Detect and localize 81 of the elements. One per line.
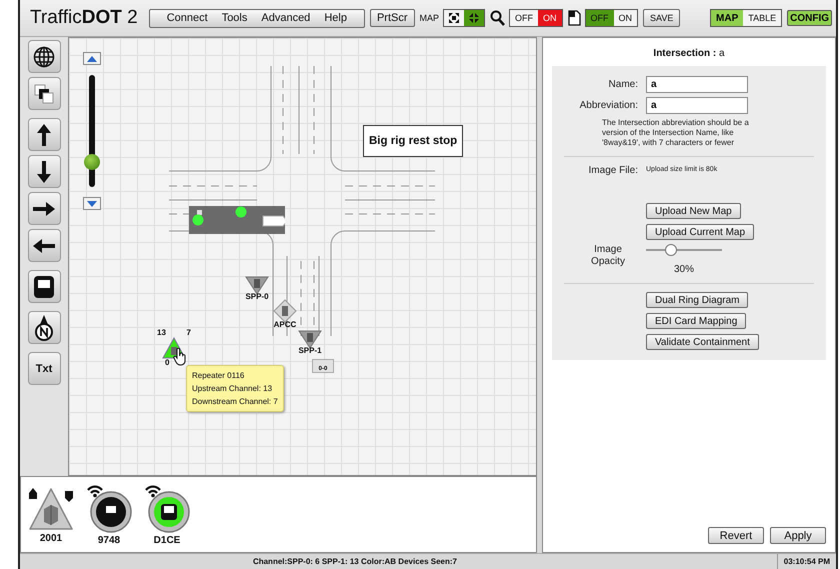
device-label: SPP-0 <box>245 292 269 301</box>
device-label: D1CE <box>154 535 180 546</box>
upload-button[interactable]: Upload New Map <box>646 203 741 219</box>
device-label: 2001 <box>40 533 62 544</box>
menu-item[interactable]: Help <box>317 12 354 24</box>
upstream-channel: 13 <box>157 328 166 337</box>
sensor-icon <box>84 483 134 533</box>
tooltip-line: Upstream Channel: 13 <box>192 383 274 395</box>
menu-item[interactable]: Advanced <box>254 12 318 24</box>
tool-action-button[interactable]: Dual Ring Diagram <box>646 292 748 308</box>
downstream-channel: 7 <box>186 328 191 337</box>
field-label: Name: <box>608 79 638 90</box>
tooltip-line: Repeater 0116 <box>192 370 246 382</box>
right-arrow-icon <box>32 200 56 218</box>
status-time: 03:10:54 PM <box>776 554 836 569</box>
opacity-reading: 30% <box>674 264 694 275</box>
tool-button[interactable] <box>28 77 60 110</box>
detector-icon[interactable] <box>298 329 322 349</box>
collapse-icon <box>468 12 480 24</box>
expand-view-button[interactable] <box>444 10 464 26</box>
tool-button[interactable] <box>28 40 60 73</box>
menu-item[interactable]: Tools <box>214 12 254 24</box>
globe-icon <box>33 46 55 68</box>
compass-icon <box>34 314 54 342</box>
status-text: Channel:SPP-0: 6 SPP-1: 13 Color:AB Devices Seen:7 <box>252 557 458 566</box>
app-logo: TrafficDOT 2 <box>30 7 138 29</box>
device-label: 0 <box>165 358 170 367</box>
field-label: Abbreviation: <box>578 100 638 111</box>
tool-action-button[interactable]: Validate Containment <box>646 334 759 350</box>
save-button[interactable]: SAVE <box>643 9 680 27</box>
tooltip-line: Downstream Channel: 7 <box>192 396 278 408</box>
tool-action-button[interactable]: EDI Card Mapping <box>646 313 746 329</box>
document-icon[interactable] <box>568 10 581 26</box>
tool-button[interactable] <box>28 311 60 344</box>
toggle-option[interactable]: OFF <box>510 10 538 26</box>
action-button[interactable]: Revert <box>708 527 764 544</box>
tool-button[interactable] <box>28 155 60 188</box>
opacity-slider[interactable] <box>646 244 722 256</box>
input-field[interactable]: a <box>646 76 748 93</box>
upload-button[interactable]: Upload Current Map <box>646 224 754 240</box>
view-tab[interactable]: TABLE <box>743 10 782 26</box>
down-triangle-icon <box>87 200 97 206</box>
input-field[interactable]: a <box>646 97 748 114</box>
down-arrow-icon <box>35 160 53 184</box>
menu-item[interactable]: Connect <box>160 12 215 24</box>
field-label: Image File: <box>588 165 638 176</box>
device-label: SPP-1 <box>298 346 322 355</box>
config-button[interactable]: CONFIG <box>787 10 832 26</box>
collapse-view-button[interactable] <box>464 10 484 26</box>
signal-bar-drawing[interactable] <box>189 206 285 234</box>
tool-button[interactable] <box>28 270 60 303</box>
map-note[interactable]: Big rig rest stop <box>363 125 464 157</box>
map-label: MAP <box>420 13 440 23</box>
zoom-in-button[interactable] <box>83 52 101 65</box>
panel-title: Intersection : a <box>652 48 726 59</box>
up-arrow-icon <box>35 122 53 146</box>
toggle-option[interactable]: OFF <box>586 10 614 26</box>
up-triangle-icon <box>87 56 97 62</box>
print-screen-button[interactable]: PrtScr <box>370 9 414 27</box>
device-icon <box>33 274 55 298</box>
cabinet-icon[interactable] <box>273 299 297 323</box>
help-text: The Intersection abbreviation should be a version of the Intersection Name, like '8way&19', with 7 characters or fewer <box>602 118 750 148</box>
zoom-out-button[interactable] <box>83 197 101 210</box>
toggle-option[interactable]: ON <box>538 10 562 26</box>
text-tool-button[interactable]: Txt <box>28 352 60 385</box>
search-icon[interactable] <box>490 10 506 26</box>
tool-button[interactable] <box>28 192 60 225</box>
expand-icon <box>448 12 460 24</box>
detector-icon[interactable] <box>245 275 269 295</box>
view-tab[interactable]: MAP <box>711 10 744 26</box>
tool-button[interactable] <box>28 229 60 262</box>
action-button[interactable]: Apply <box>770 527 826 544</box>
layers-icon <box>33 82 55 104</box>
tool-button[interactable] <box>28 118 60 151</box>
device-label: APCC <box>274 320 296 329</box>
hand-cursor-icon <box>173 348 187 366</box>
device-label: 9748 <box>98 535 120 546</box>
left-arrow-icon <box>32 236 56 254</box>
field-label: Image Opacity <box>590 244 626 268</box>
toggle-option[interactable]: ON <box>614 10 638 26</box>
gateway-icon <box>142 483 192 533</box>
